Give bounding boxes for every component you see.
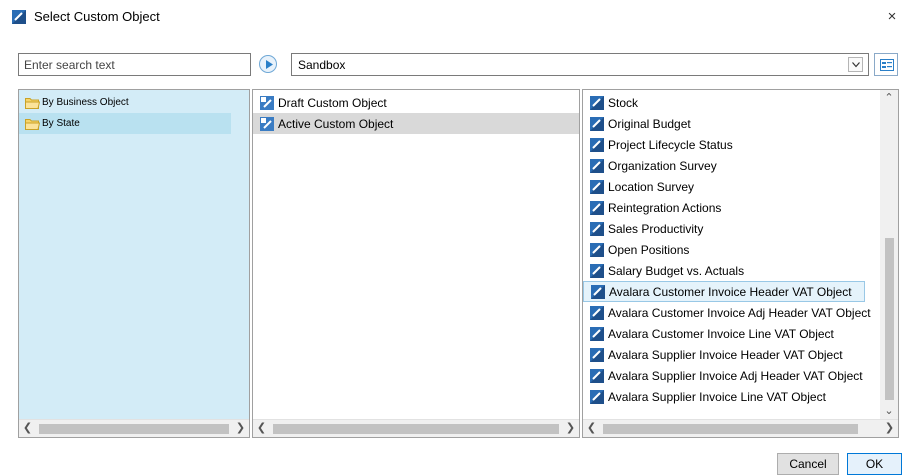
scroll-left-arrow[interactable]: ❮	[19, 420, 36, 437]
horizontal-scrollbar[interactable]: ❮ ❯	[253, 419, 579, 437]
solution-dropdown-value: Sandbox	[298, 58, 346, 72]
horizontal-scrollbar[interactable]: ❮ ❯	[19, 419, 249, 437]
list-item-label: Salary Budget vs. Actuals	[608, 263, 745, 278]
list-item[interactable]: Location Survey	[583, 176, 880, 197]
scroll-up-arrow[interactable]: ⌃	[880, 90, 898, 107]
list-item[interactable]: Avalara Supplier Invoice Header VAT Obje…	[583, 344, 880, 365]
list-item-label: Sales Productivity	[608, 221, 704, 236]
list-item-label: Avalara Supplier Invoice Header VAT Obje…	[608, 347, 843, 362]
list-item[interactable]: Sales Productivity	[583, 218, 880, 239]
list-item[interactable]: Reintegration Actions	[583, 197, 880, 218]
list-item-label: Avalara Customer Invoice Header VAT Obje…	[609, 284, 852, 299]
custom-object-icon	[590, 179, 604, 194]
custom-object-icon	[590, 137, 604, 152]
custom-object-icon	[590, 389, 604, 404]
custom-object-icon	[591, 284, 605, 299]
solution-dropdown[interactable]: Sandbox	[291, 53, 869, 76]
list-item-label: Project Lifecycle Status	[608, 137, 733, 152]
list-item[interactable]: Avalara Customer Invoice Line VAT Object	[583, 323, 880, 344]
custom-object-icon	[590, 95, 604, 110]
cancel-button[interactable]: Cancel	[777, 453, 839, 475]
search-input[interactable]	[19, 54, 250, 75]
scroll-left-arrow[interactable]: ❮	[253, 420, 270, 437]
list-item-label: Avalara Customer Invoice Adj Header VAT …	[608, 305, 871, 320]
tree-item-by-state[interactable]: By State	[19, 113, 231, 134]
custom-object-icon	[590, 326, 604, 341]
list-item-label: Location Survey	[608, 179, 695, 194]
custom-object-icon	[590, 368, 604, 383]
list-item[interactable]: Stock	[583, 92, 880, 113]
custom-object-icon	[12, 10, 26, 24]
list-item-active-custom-object[interactable]: Active Custom Object	[253, 113, 579, 134]
custom-object-icon	[260, 95, 274, 110]
tree-item-by-business-object[interactable]: By Business Object	[19, 92, 231, 113]
list-item[interactable]: Avalara Supplier Invoice Line VAT Object	[583, 386, 880, 407]
category-tree-pane: By Business Object By State ❮ ❯	[18, 89, 250, 438]
vertical-scrollbar[interactable]: ⌃ ⌄	[880, 90, 898, 420]
folder-icon	[25, 118, 40, 130]
tree-item-label: By Business Object	[42, 97, 129, 108]
title-bar: Select Custom Object ×	[0, 0, 907, 36]
custom-object-icon	[590, 242, 604, 257]
list-item-label: Organization Survey	[608, 158, 717, 173]
scroll-right-arrow[interactable]: ❯	[232, 420, 249, 437]
list-item[interactable]: Avalara Customer Invoice Adj Header VAT …	[583, 302, 880, 323]
play-icon	[266, 60, 273, 69]
window-title: Select Custom Object	[34, 9, 160, 24]
list-item-label: Avalara Supplier Invoice Adj Header VAT …	[608, 368, 863, 383]
list-details-icon	[880, 59, 894, 71]
scroll-thumb[interactable]	[885, 238, 894, 400]
custom-object-icon	[260, 116, 274, 131]
custom-object-icon	[590, 263, 604, 278]
custom-object-icon	[590, 158, 604, 173]
tree-item-label: By State	[42, 118, 80, 129]
scroll-left-arrow[interactable]: ❮	[583, 420, 600, 437]
search-go-button[interactable]	[259, 55, 277, 73]
list-item[interactable]: Open Positions	[583, 239, 880, 260]
custom-object-icon	[590, 347, 604, 362]
list-item[interactable]: Avalara Supplier Invoice Adj Header VAT …	[583, 365, 880, 386]
list-item-label: Stock	[608, 95, 639, 110]
list-item[interactable]: Project Lifecycle Status	[583, 134, 880, 155]
ok-button[interactable]: OK	[847, 453, 902, 475]
list-item-label: Draft Custom Object	[278, 95, 387, 110]
custom-object-icon	[590, 305, 604, 320]
list-item-label: Avalara Supplier Invoice Line VAT Object	[608, 389, 826, 404]
list-item-label: Active Custom Object	[278, 116, 394, 131]
chevron-down-icon	[852, 62, 860, 68]
object-state-pane: Draft Custom Object Active Custom Object…	[252, 89, 580, 438]
search-field[interactable]	[18, 53, 251, 76]
list-item-label: Reintegration Actions	[608, 200, 722, 215]
list-item[interactable]: Salary Budget vs. Actuals	[583, 260, 880, 281]
custom-object-icon	[590, 200, 604, 215]
scroll-right-arrow[interactable]: ❯	[562, 420, 579, 437]
custom-object-icon	[590, 116, 604, 131]
list-item-label: Avalara Customer Invoice Line VAT Object	[608, 326, 834, 341]
scroll-right-arrow[interactable]: ❯	[881, 420, 898, 437]
scroll-thumb[interactable]	[39, 424, 229, 434]
list-item[interactable]: Avalara Customer Invoice Header VAT Obje…	[583, 281, 865, 302]
list-item-label: Open Positions	[608, 242, 690, 257]
custom-object-list-pane: Stock Original Budget Project Lifecycle St…	[582, 89, 899, 438]
list-item-label: Original Budget	[608, 116, 691, 131]
custom-object-icon	[590, 221, 604, 236]
folder-icon	[25, 97, 40, 109]
details-button[interactable]	[874, 53, 898, 76]
list-item-draft-custom-object[interactable]: Draft Custom Object	[253, 92, 579, 113]
close-button[interactable]: ×	[877, 0, 907, 34]
scroll-thumb[interactable]	[603, 424, 858, 434]
dropdown-toggle[interactable]	[848, 57, 863, 72]
list-item[interactable]: Original Budget	[583, 113, 880, 134]
scroll-down-arrow[interactable]: ⌄	[880, 403, 898, 420]
scroll-thumb[interactable]	[273, 424, 559, 434]
list-item[interactable]: Organization Survey	[583, 155, 880, 176]
horizontal-scrollbar[interactable]: ❮ ❯	[583, 419, 898, 437]
